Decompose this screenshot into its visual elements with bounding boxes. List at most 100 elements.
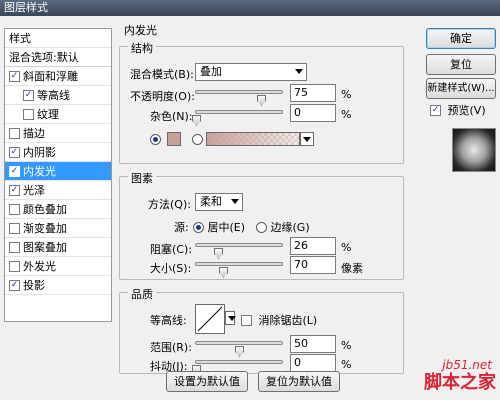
preview-checkbox[interactable]: ✓ (430, 104, 441, 116)
sidebar-item[interactable]: 颜色叠加 (5, 200, 111, 219)
method-select[interactable]: 柔和 (195, 193, 243, 211)
new-style-button[interactable]: 新建样式(W)... (426, 78, 496, 99)
gradient-bar[interactable] (206, 132, 300, 146)
sidebar-item-checkbox[interactable]: ✓ (9, 184, 20, 196)
opacity-input[interactable]: 75 (290, 84, 336, 102)
quality-title: 品质 (128, 286, 156, 302)
ok-button[interactable]: 确定 (426, 28, 496, 49)
sidebar-item[interactable]: 描边 (5, 124, 111, 143)
chevron-down-icon (231, 199, 239, 204)
source-edge-radio[interactable] (256, 221, 267, 233)
source-center-radio[interactable] (193, 221, 204, 233)
sidebar-item-label: 内阴影 (23, 146, 56, 159)
dialog-body: 样式 混合选项:默认 ✓ 斜面和浮雕 ✓ 等高线 纹理 描边 ✓ 内阴影 ✓ 内发光 ✓ 光泽 颜色叠加渐… (0, 16, 500, 400)
sidebar-item-checkbox[interactable] (9, 222, 20, 234)
size-unit: 像素 (341, 262, 363, 275)
range-input[interactable]: 50 (290, 335, 336, 353)
sidebar-item-label: 投影 (23, 279, 45, 292)
blend-mode-label: 混合模式(B): (130, 68, 194, 81)
size-slider-track[interactable] (195, 262, 283, 266)
noise-input[interactable]: 0 (290, 104, 336, 122)
structure-title: 结构 (128, 40, 156, 56)
sidebar-item-label: 图案叠加 (23, 241, 67, 254)
method-label: 方法(Q): (148, 198, 191, 211)
gradient-radio[interactable] (192, 134, 203, 145)
sidebar-item[interactable]: 渐变叠加 (5, 219, 111, 238)
choke-unit: % (341, 241, 352, 254)
source-edge-label: 边缘(G) (270, 221, 310, 234)
sidebar-item[interactable]: 图案叠加 (5, 238, 111, 257)
color-swatch[interactable] (167, 132, 181, 146)
sidebar-item-checkbox[interactable] (9, 260, 20, 272)
sidebar-item-label: 内发光 (23, 165, 56, 178)
reset-default-button[interactable]: 复位为默认值 (258, 371, 340, 392)
size-label: 大小(S): (150, 262, 192, 275)
color-radio[interactable] (150, 134, 161, 145)
source-edge-option[interactable]: 边缘(G) (256, 219, 310, 235)
style-list: 样式 混合选项:默认 ✓ 斜面和浮雕 ✓ 等高线 纹理 描边 ✓ 内阴影 ✓ 内发光 ✓ 光泽 颜色叠加渐… (4, 28, 112, 322)
sidebar-item[interactable]: 外发光 (5, 257, 111, 276)
antialias-label: 消除锯齿(L) (258, 314, 318, 327)
sidebar-item-label: 外发光 (23, 260, 56, 273)
antialias-option[interactable]: 消除锯齿(L) (241, 312, 317, 328)
sidebar-item-label: 描边 (23, 127, 45, 140)
blend-mode-select[interactable]: 叠加 (195, 63, 307, 81)
sidebar-item-label: 纹理 (37, 108, 59, 121)
sidebar-item-checkbox[interactable] (9, 203, 20, 215)
contour-linear-icon (197, 306, 223, 332)
sidebar-item[interactable]: ✓ 光泽 (5, 181, 111, 200)
sidebar-item-checkbox[interactable] (9, 127, 20, 139)
sidebar-item-checkbox[interactable]: ✓ (9, 165, 20, 177)
sidebar-item[interactable]: ✓ 内阴影 (5, 143, 111, 162)
sidebar-item-checkbox[interactable]: ✓ (9, 146, 20, 158)
method-value: 柔和 (200, 195, 222, 208)
sidebar-item-checkbox[interactable]: ✓ (9, 70, 20, 82)
chevron-down-icon (295, 69, 303, 74)
gradient-dropdown-icon[interactable] (300, 132, 314, 146)
range-slider-track[interactable] (195, 341, 283, 345)
sidebar-item[interactable]: ✓ 等高线 (5, 86, 111, 105)
choke-input[interactable]: 26 (290, 237, 336, 255)
range-label: 范围(R): (150, 341, 192, 354)
size-input[interactable]: 70 (290, 256, 336, 274)
jitter-slider-track[interactable] (195, 360, 283, 364)
noise-slider-track[interactable] (195, 110, 283, 114)
opacity-slider-track[interactable] (195, 90, 283, 94)
opacity-label: 不透明度(O): (130, 90, 195, 103)
source-label: 源: (174, 221, 189, 234)
source-center-option[interactable]: 居中(E) (193, 219, 245, 235)
choke-slider-track[interactable] (195, 243, 283, 247)
section-title: 内发光 (124, 24, 157, 37)
sidebar-item[interactable]: ✓ 斜面和浮雕 (5, 67, 111, 86)
contour-picker[interactable] (195, 304, 225, 334)
sidebar-item-label: 混合选项:默认 (9, 51, 79, 64)
contour-dropdown-icon[interactable] (225, 311, 236, 325)
sidebar-item-label: 光泽 (23, 184, 45, 197)
opacity-unit: % (341, 88, 352, 101)
set-default-button[interactable]: 设置为默认值 (166, 371, 248, 392)
sidebar-item[interactable]: 混合选项:默认 (5, 48, 111, 67)
sidebar-item[interactable]: 纹理 (5, 105, 111, 124)
sidebar-item[interactable]: ✓ 内发光 (5, 162, 111, 181)
antialias-checkbox[interactable] (241, 314, 252, 326)
noise-label: 杂色(N): (150, 110, 193, 123)
noise-unit: % (341, 108, 352, 121)
preview-label: 预览(V) (447, 104, 486, 117)
sidebar-item-label: 斜面和浮雕 (23, 70, 78, 83)
jitter-input[interactable]: 0 (290, 354, 336, 372)
sidebar-item-checkbox[interactable]: ✓ (9, 279, 20, 291)
watermark-brand: 脚本之家 (424, 372, 496, 393)
sidebar-item-checkbox[interactable]: ✓ (23, 89, 34, 101)
preview-option[interactable]: ✓ 预览(V) (430, 102, 486, 118)
elements-title: 图素 (128, 170, 156, 186)
sidebar-item-label: 渐变叠加 (23, 222, 67, 235)
contour-label: 等高线: (150, 314, 187, 327)
style-list-header[interactable]: 样式 (5, 29, 111, 48)
style-preview-image (452, 128, 496, 172)
reset-button[interactable]: 复位 (426, 54, 496, 75)
sidebar-item-checkbox[interactable] (23, 108, 34, 120)
range-unit: % (341, 339, 352, 352)
sidebar-item[interactable]: ✓ 投影 (5, 276, 111, 295)
sidebar-item-label: 等高线 (37, 89, 70, 102)
sidebar-item-checkbox[interactable] (9, 241, 20, 253)
